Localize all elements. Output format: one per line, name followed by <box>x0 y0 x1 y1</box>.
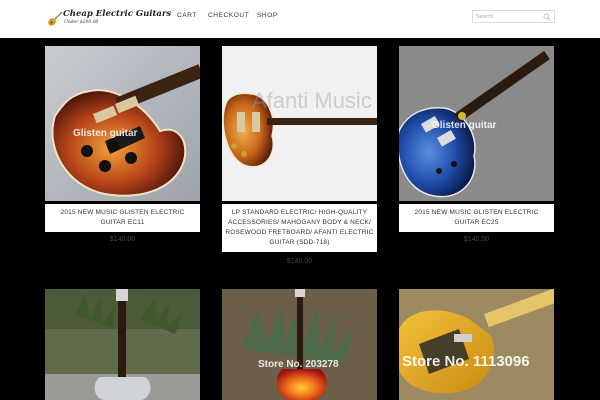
image-watermark: Store No. 203278 <box>258 359 339 370</box>
site-header: Cheap Electric Guitars Under $200.00 CAR… <box>0 0 600 38</box>
image-watermark: Glisten guitar <box>432 120 497 131</box>
site-tagline: Under $200.00 <box>64 20 99 25</box>
search-input[interactable] <box>476 12 542 22</box>
product-price: $140.00 <box>463 236 490 243</box>
product-price: $140.00 <box>109 236 136 243</box>
product-price: $140.00 <box>286 258 313 265</box>
image-watermark: Store No. 1113096 <box>402 353 530 370</box>
product-image[interactable]: Glisten guitar <box>399 46 554 201</box>
nav-checkout[interactable]: CHECKOUT <box>208 12 249 19</box>
nav-shop[interactable]: SHOP <box>257 12 278 19</box>
product-image[interactable]: Store No. 1113096 <box>399 289 554 400</box>
product-image[interactable]: Afanti Music <box>222 46 377 201</box>
product-title[interactable]: LP STANDARD ELECTRIC/ HIGH-QUALITY ACCES… <box>222 204 377 252</box>
product-image[interactable] <box>45 289 200 400</box>
product-image[interactable]: Store No. 203278 <box>222 289 377 400</box>
guitar-logo-icon <box>48 11 63 26</box>
product-title[interactable]: 2015 NEW MUSIC GLISTEN ELECTRIC GUITAR E… <box>399 204 554 232</box>
search-box <box>472 10 555 23</box>
product-title[interactable]: 2015 NEW MUSIC GLISTEN ELECTRIC GUITAR E… <box>45 204 200 232</box>
search-icon[interactable] <box>543 13 551 21</box>
product-image[interactable]: Glisten guitar <box>45 46 200 201</box>
site-logo[interactable]: Cheap Electric Guitars Under $200.00 <box>47 8 171 30</box>
image-watermark: Glisten guitar <box>73 128 138 139</box>
nav-cart[interactable]: CART <box>177 12 197 19</box>
site-title: Cheap Electric Guitars <box>63 9 172 19</box>
image-watermark: Afanti Music <box>252 88 372 113</box>
